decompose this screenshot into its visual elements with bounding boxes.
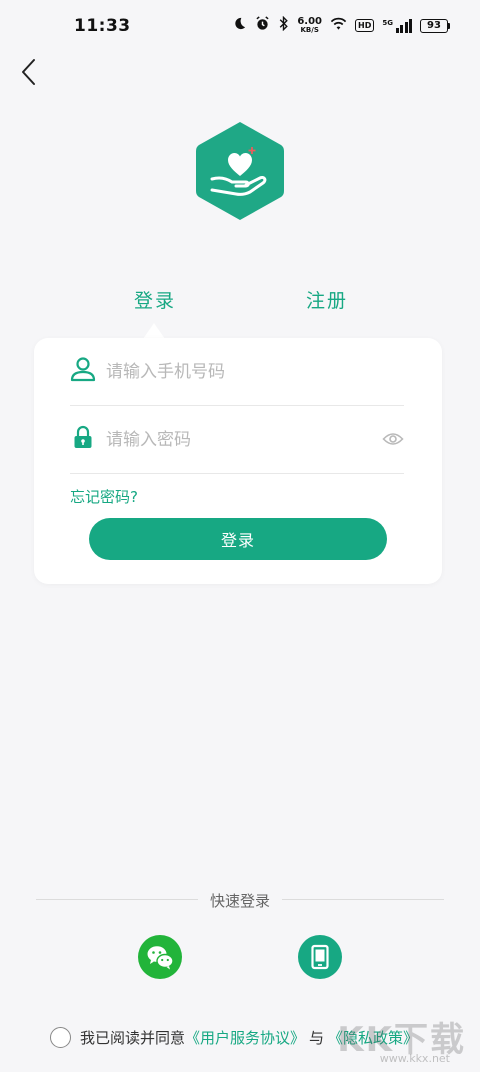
phone-login-button[interactable] [298, 935, 342, 979]
agreement-conjunction: 与 [309, 1028, 325, 1047]
status-icons: 6.00 KB/S HD 5G 93 [232, 15, 450, 35]
agreement-prefix: 我已阅读并同意 [80, 1028, 186, 1047]
eye-icon[interactable] [382, 430, 404, 448]
signal-icon: 5G [382, 18, 412, 33]
login-button[interactable]: 登录 [89, 518, 387, 560]
battery-level: 93 [420, 18, 448, 33]
divider-line-right [282, 899, 444, 900]
net-speed: 6.00 KB/S [297, 15, 323, 34]
battery-icon: 93 [420, 18, 450, 33]
status-time: 11:33 [74, 16, 131, 36]
watermark-url: www.kkx.net [379, 1052, 450, 1065]
phone-icon [311, 944, 329, 970]
quick-login-title: 快速登录 [209, 892, 270, 910]
quick-login-divider: 快速登录 [0, 888, 480, 912]
auth-tabs: 登录 注册 [0, 286, 480, 316]
tab-login[interactable]: 登录 [134, 286, 176, 313]
forgot-password-link[interactable]: 忘记密码? [70, 486, 138, 507]
tab-register[interactable]: 注册 [306, 286, 348, 313]
phone-input[interactable] [106, 358, 366, 386]
login-card: 忘记密码? 登录 [34, 338, 442, 584]
wechat-icon [147, 946, 174, 970]
password-input[interactable] [106, 426, 366, 454]
chevron-left-icon [22, 59, 35, 85]
back-button[interactable] [14, 56, 46, 88]
moon-icon [232, 16, 247, 35]
phone-field [70, 338, 404, 406]
terms-link[interactable]: 《用户服务协议》 [185, 1027, 305, 1048]
user-icon [70, 356, 96, 382]
agreement-checkbox[interactable] [50, 1026, 71, 1048]
hd-badge: HD [355, 19, 375, 32]
active-tab-indicator [143, 323, 165, 339]
lock-icon [70, 424, 96, 450]
status-bar: 11:33 6.00 KB/S HD 5G 93 [0, 0, 480, 52]
wifi-icon [330, 17, 347, 35]
alarm-icon [255, 16, 270, 35]
bluetooth-icon [278, 15, 289, 35]
password-field [70, 406, 404, 474]
app-logo [194, 120, 286, 222]
wechat-login-button[interactable] [138, 935, 182, 979]
